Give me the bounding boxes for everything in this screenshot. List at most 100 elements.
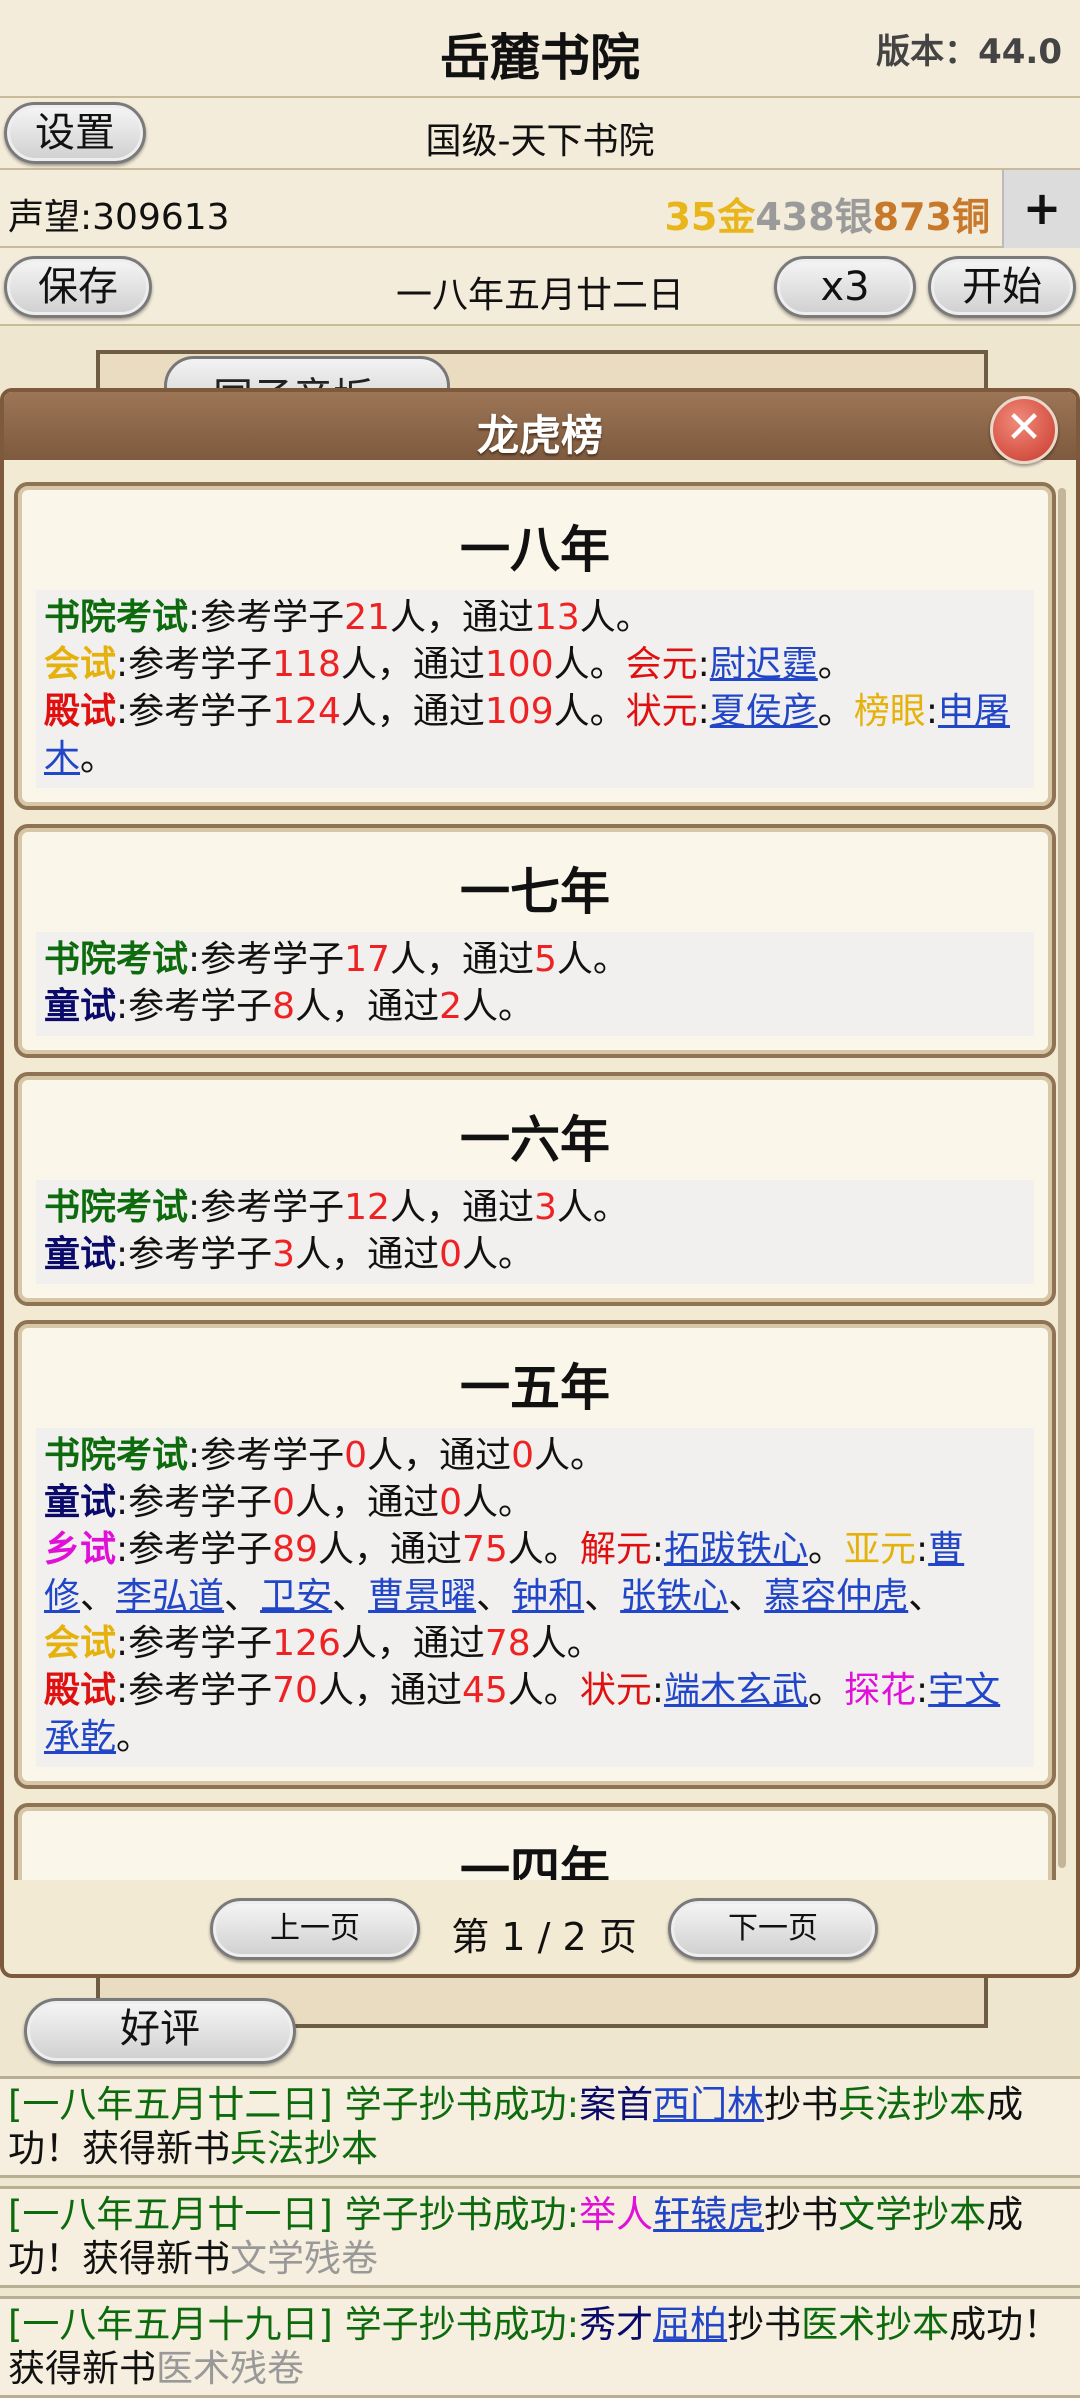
log-book: 文学抄本 [838,2193,987,2236]
rank-title: 榜眼 [853,691,926,732]
count: 17 [344,939,390,980]
year-title: 一八年 [460,521,610,579]
speed-button[interactable]: x3 [774,256,916,318]
result-line: 殿试:参考学子124人，通过109人。状元:夏侯彦。榜眼:申屠木。 [44,691,1010,779]
page-indicator: 第 1 / 2 页 [451,1915,637,1959]
list-scrollbar[interactable] [1058,488,1066,1868]
rankings-list[interactable]: 一八年 书院考试:参考学子21人，通过13人。 会试:参考学子118人，通过10… [14,482,1056,1880]
student-link[interactable]: 尉迟霆 [710,644,818,685]
exam-label: 殿试 [44,691,117,732]
next-page-button[interactable]: 下一页 [668,1898,878,1960]
count: 12 [344,1187,390,1228]
text: 人。 [507,1529,580,1570]
count: 109 [484,691,554,732]
text: 人。 [556,939,629,980]
count: 78 [484,1623,531,1664]
log-student-link[interactable]: 屈柏 [653,2303,727,2346]
year-card: 一四年 [14,1803,1056,1880]
year-card: 一七年 书院考试:参考学子17人，通过5人。 童试:参考学子8人，通过2人。 [14,824,1056,1058]
count: 100 [484,644,554,685]
text: 人，通过 [340,644,485,685]
result-line: 书院考试:参考学子0人，通过0人。 [44,1432,1026,1479]
text: :参考学子 [188,597,345,638]
add-money-button[interactable]: + [1002,170,1080,248]
year-card: 一八年 书院考试:参考学子21人，通过13人。 会试:参考学子118人，通过10… [14,482,1056,810]
resource-bar: 声望:309613 35金438银873铜 + [0,170,1080,248]
count: 2 [439,986,462,1027]
prev-page-button[interactable]: 上一页 [210,1898,420,1960]
text: 、 [908,1576,945,1617]
log-text: 学子抄书成功: [332,2303,580,2346]
log-text: 抄书 [764,2083,839,2126]
student-link[interactable]: 夏侯彦 [710,691,818,732]
result-line: 乡试:参考学子89人，通过75人。解元:拓跋铁心。亚元:曹修、李弘道、卫安、曹景… [44,1529,965,1617]
student-link[interactable]: 拓跋铁心 [664,1529,808,1570]
academy-rank: 国级-天下书院 [425,121,655,162]
text: 人，通过 [295,1234,440,1275]
log-text: 学子抄书成功: [332,2083,580,2126]
count: 13 [533,597,580,638]
text: 、 [332,1576,369,1617]
student-link[interactable]: 李弘道 [116,1576,224,1617]
exam-label: 殿试 [44,1670,117,1711]
count: 118 [272,644,341,685]
text: 人。 [553,691,626,732]
text: 人。 [461,1482,534,1523]
exam-label: 书院考试 [44,1187,189,1228]
text: :参考学子 [188,1187,345,1228]
text: 。 [807,1670,844,1711]
count: 3 [272,1234,296,1275]
log-text: 学子抄书成功: [332,2193,580,2236]
exam-label: 乡试 [44,1529,117,1570]
text: :参考学子 [116,1623,273,1664]
start-button[interactable]: 开始 [928,256,1076,318]
count: 3 [533,1187,557,1228]
result-line: 会试:参考学子118人，通过100人。会元:尉迟霆。 [44,644,854,685]
log-book: 兵法抄本 [230,2127,378,2170]
text: 。 [116,1717,153,1758]
year-results: 书院考试:参考学子12人，通过3人。 童试:参考学子3人，通过0人。 [36,1180,1034,1284]
text: 人。 [507,1670,580,1711]
money-display: 35金438银873铜 [664,186,990,241]
log-book: 文学残卷 [230,2237,378,2280]
log-date: [一八年五月廿二日] [8,2083,333,2126]
log-book: 医术残卷 [156,2347,304,2390]
rankings-dialog: 龙虎榜 ✕ 一八年 书院考试:参考学子21人，通过13人。 会试:参考学子118… [0,388,1080,1978]
year-card: 一六年 书院考试:参考学子12人，通过3人。 童试:参考学子3人，通过0人。 [14,1072,1056,1306]
text: 。 [807,1529,844,1570]
close-icon[interactable]: ✕ [990,396,1058,464]
log-rank: 举人 [579,2193,654,2236]
event-log[interactable]: [一八年五月廿二日] 学子抄书成功:案首西门林抄书兵法抄本成功！获得新书兵法抄本… [0,2076,1080,2398]
count: 89 [272,1529,318,1570]
rank-title: 会元 [625,644,698,685]
student-link[interactable]: 曹景曜 [368,1576,476,1617]
count: 0 [511,1435,534,1476]
result-line: 会试:参考学子126人，通过78人。 [44,1620,1026,1667]
text: 人。 [533,1435,606,1476]
log-date: [一八年五月廿一日] [8,2193,333,2236]
text: :参考学子 [188,939,345,980]
student-link[interactable]: 端木玄武 [664,1670,808,1711]
log-student-link[interactable]: 西门林 [653,2083,764,2126]
rank-title: 状元 [579,1670,652,1711]
student-link[interactable]: 慕容仲虎 [764,1576,908,1617]
text: 。 [80,738,117,779]
dialog-title: 龙虎榜 [476,411,603,460]
student-link[interactable]: 卫安 [260,1576,332,1617]
student-link[interactable]: 张铁心 [620,1576,728,1617]
exam-label: 书院考试 [44,939,189,980]
text: :参考学子 [116,1670,273,1711]
silver-amount: 438银 [755,195,873,239]
student-link[interactable]: 钟和 [512,1576,584,1617]
log-rank: 案首 [579,2083,654,2126]
result-line: 童试:参考学子8人，通过2人。 [44,983,1026,1030]
copper-amount: 873铜 [872,195,990,239]
review-button[interactable]: 好评 [24,1998,296,2064]
text: 、 [584,1576,621,1617]
text: 人，通过 [389,939,534,980]
text: 人。 [579,597,652,638]
year-results: 书院考试:参考学子21人，通过13人。 会试:参考学子118人，通过100人。会… [36,590,1034,788]
text: 人。 [530,1623,603,1664]
log-student-link[interactable]: 轩辕虎 [653,2193,764,2236]
result-line: 书院考试:参考学子21人，通过13人。 [44,594,1026,641]
